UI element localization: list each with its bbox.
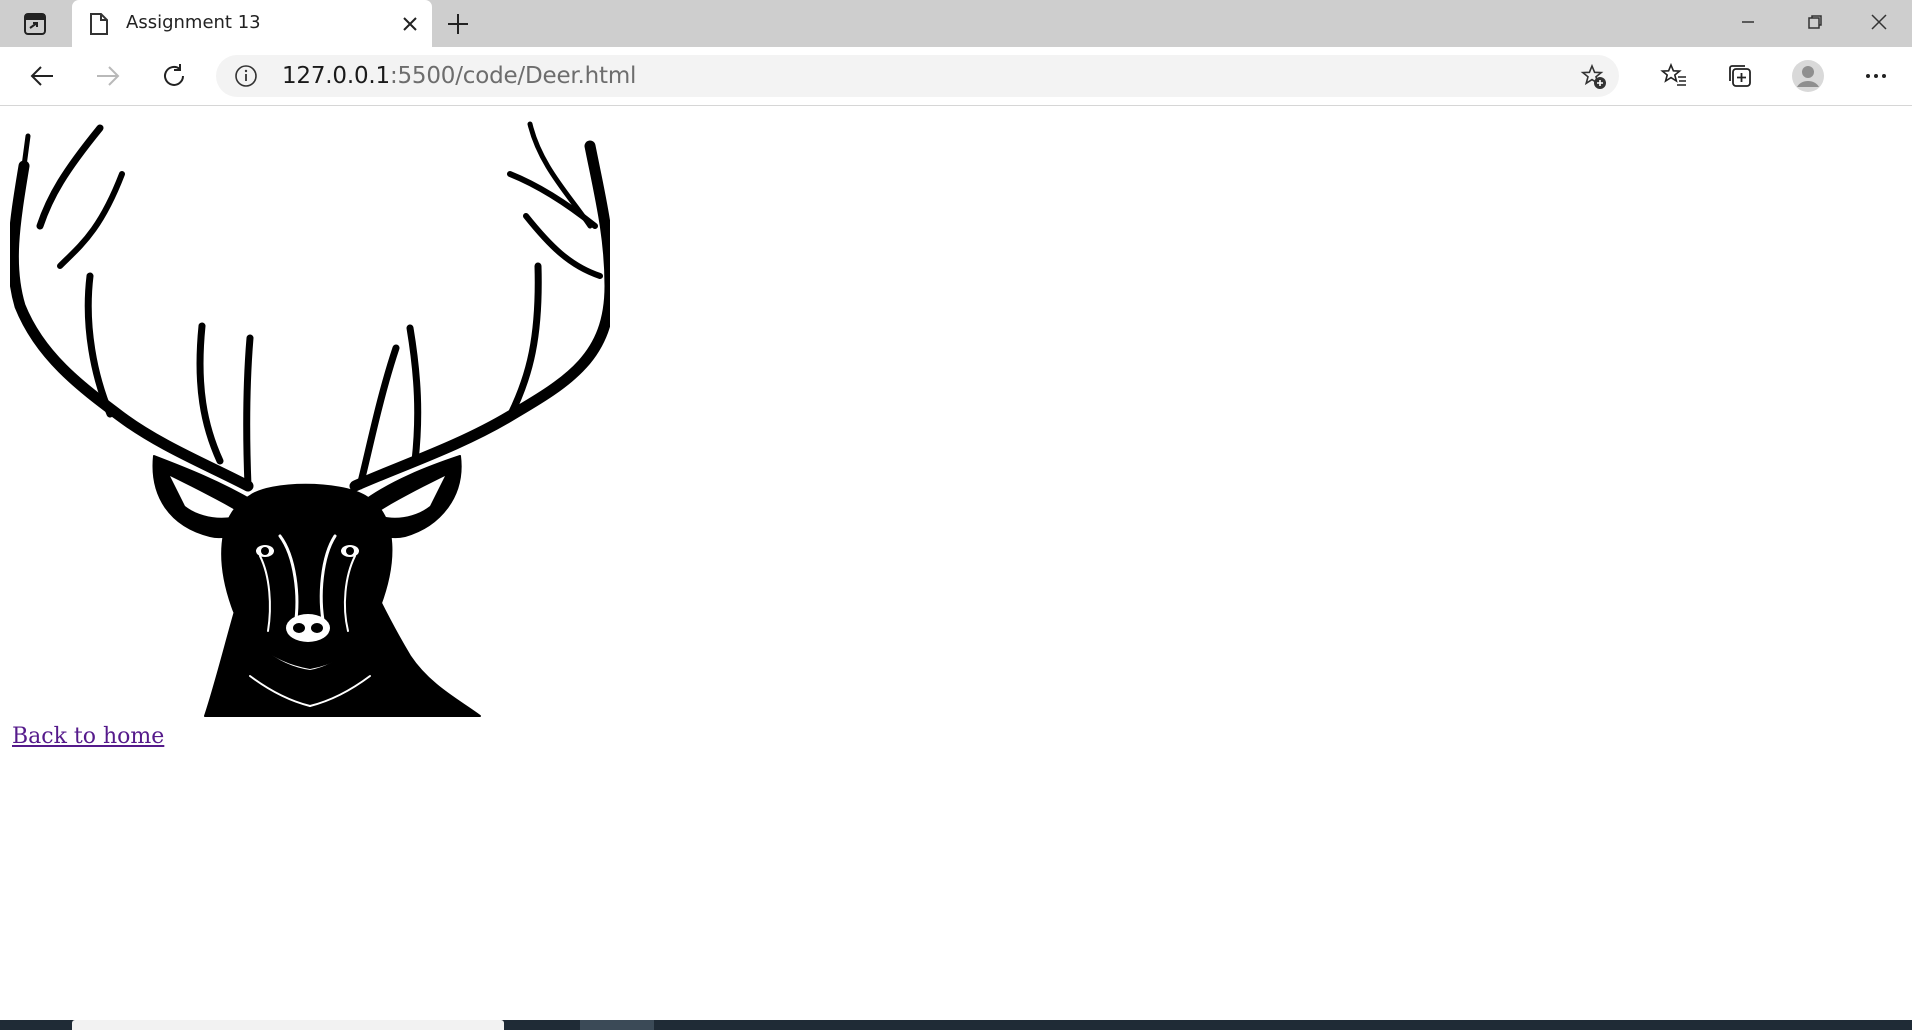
page-content: Back to home — [0, 106, 1912, 1020]
more-icon — [1866, 74, 1886, 78]
more-button[interactable] — [1856, 56, 1896, 96]
taskbar-app-button[interactable] — [72, 1020, 504, 1030]
restore-button[interactable] — [1782, 0, 1848, 44]
favorites-button[interactable] — [1654, 56, 1694, 96]
new-tab-button[interactable] — [438, 8, 478, 40]
deer-head-image — [10, 121, 610, 717]
url-path: :5500/code/Deer.html — [389, 63, 637, 89]
tab-close-button[interactable] — [398, 12, 422, 36]
forward-button[interactable] — [86, 54, 130, 98]
info-icon[interactable] — [234, 64, 258, 88]
back-button[interactable] — [20, 54, 64, 98]
taskbar-app-button-active[interactable] — [580, 1020, 654, 1030]
page-icon — [90, 13, 108, 35]
plus-icon — [448, 14, 468, 34]
profile-button[interactable] — [1788, 56, 1828, 96]
favorites-icon — [1660, 62, 1686, 86]
collections-icon — [1729, 65, 1751, 87]
add-favorite-button[interactable] — [1577, 60, 1611, 94]
address-bar[interactable]: 127.0.0.1:5500/code/Deer.html — [216, 55, 1619, 97]
url-host: 127.0.0.1 — [282, 63, 390, 89]
close-icon — [403, 17, 417, 31]
browser-tab[interactable]: Assignment 13 — [72, 0, 432, 48]
refresh-button[interactable] — [152, 54, 196, 98]
star-plus-icon — [1580, 63, 1606, 89]
back-to-home-link[interactable]: Back to home — [12, 724, 164, 749]
profile-avatar-icon — [1792, 60, 1824, 92]
refresh-icon — [164, 64, 184, 86]
tab-actions-button[interactable] — [14, 8, 56, 40]
tab-title: Assignment 13 — [126, 12, 261, 33]
tab-strip: Assignment 13 — [0, 0, 1912, 48]
close-window-button[interactable] — [1846, 0, 1912, 44]
back-arrow-icon — [30, 66, 53, 86]
taskbar — [0, 1020, 1912, 1030]
tab-actions-icon — [24, 13, 46, 35]
collections-button[interactable] — [1720, 56, 1760, 96]
forward-arrow-icon — [97, 66, 120, 86]
minimize-icon — [1742, 21, 1754, 23]
url-text[interactable]: 127.0.0.1:5500/code/Deer.html — [282, 63, 636, 89]
browser-toolbar: 127.0.0.1:5500/code/Deer.html — [0, 47, 1912, 106]
close-window-icon — [1871, 14, 1887, 30]
minimize-button[interactable] — [1715, 0, 1781, 44]
restore-icon — [1808, 15, 1822, 29]
